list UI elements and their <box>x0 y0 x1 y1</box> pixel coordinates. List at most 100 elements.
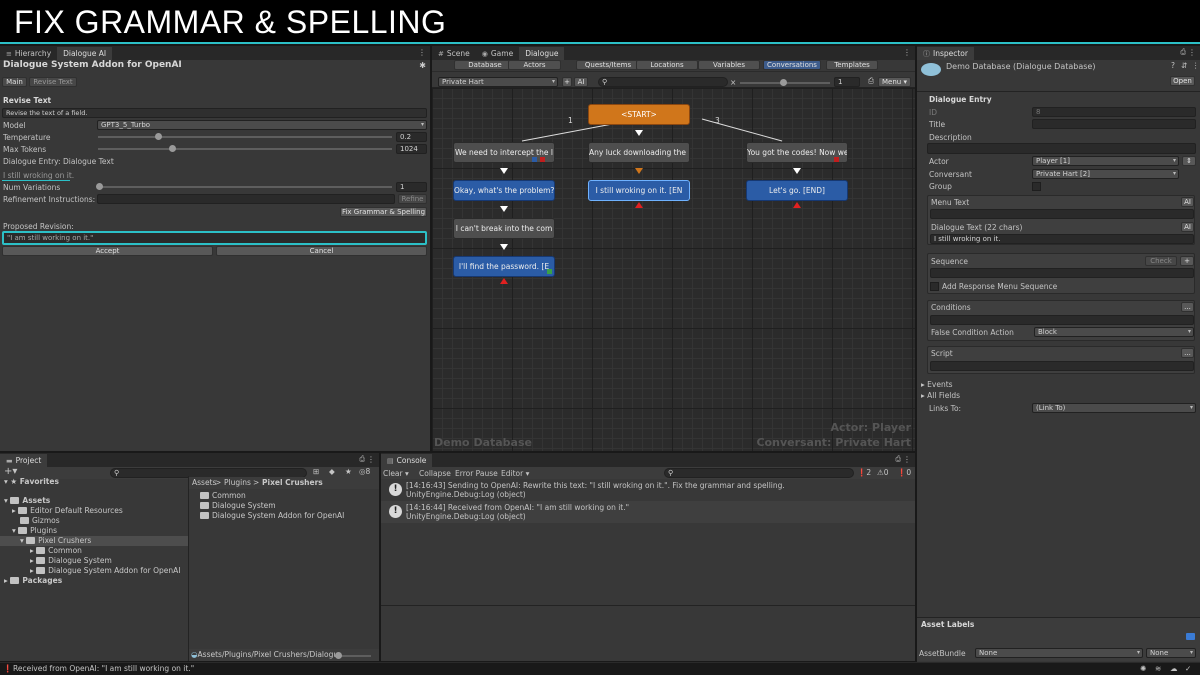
dialogue-node[interactable]: You got the codes! Now we <box>746 142 848 163</box>
menu-text-ai-button[interactable]: AI <box>1181 197 1194 207</box>
tree-item[interactable]: Gizmos <box>20 516 60 525</box>
sequence-add-button[interactable]: + <box>1180 256 1194 266</box>
max-tokens-slider-knob[interactable] <box>169 145 176 152</box>
clear-search-icon[interactable]: × <box>730 78 736 87</box>
kebab-menu-icon[interactable]: ⋮ <box>418 48 426 57</box>
help-icon[interactable]: ? <box>1171 61 1175 70</box>
events-foldout[interactable]: ▸ Events <box>921 380 953 389</box>
start-node[interactable]: <START> <box>588 104 690 125</box>
dialogue-node[interactable]: I can't break into the com <box>453 218 555 239</box>
max-tokens-slider-track[interactable] <box>98 148 392 150</box>
console-search-input[interactable]: ⚲ <box>664 468 854 478</box>
warning-count[interactable]: ⚠0 <box>877 468 889 477</box>
label-tag-icon[interactable] <box>1186 633 1195 640</box>
tree-item[interactable]: ▾ Plugins <box>12 526 57 535</box>
selected-dialogue-node[interactable]: I still wroking on it. [EN <box>588 180 690 201</box>
tree-item[interactable]: ▸ Common <box>30 546 82 555</box>
tab-inspector[interactable]: ⓘ Inspector <box>917 47 974 60</box>
kebab-menu-icon[interactable]: ⋮ <box>903 48 911 57</box>
hidden-count[interactable]: ◎8 <box>359 467 370 476</box>
num-variations-field[interactable]: 1 <box>396 182 427 192</box>
refinement-input[interactable] <box>97 194 395 204</box>
accept-button[interactable]: Accept <box>2 246 213 256</box>
tab-dialogue[interactable]: Dialogue <box>519 47 565 60</box>
script-menu-button[interactable]: ... <box>1181 348 1194 358</box>
icon-size-knob[interactable] <box>335 652 342 659</box>
db-tab-actors[interactable]: Actors <box>508 60 561 70</box>
log-entry[interactable]: ! [14:16:44] Received from OpenAI: "I am… <box>381 501 915 523</box>
dialogue-entry-text[interactable]: I still wroking on it. <box>2 170 74 181</box>
menu-text-field[interactable] <box>930 209 1194 219</box>
add-conversation-button[interactable]: + <box>562 77 572 87</box>
asset-bundle-dropdown[interactable]: None ▾ <box>975 648 1143 658</box>
log-count[interactable]: ❗2 <box>857 468 871 477</box>
tree-item-selected[interactable]: ▾ Pixel Crushers <box>20 536 91 545</box>
zoom-field[interactable]: 1 <box>834 77 860 87</box>
title-field[interactable] <box>1032 119 1196 129</box>
temperature-field[interactable]: 0.2 <box>396 132 427 142</box>
num-variations-slider-knob[interactable] <box>96 183 103 190</box>
clear-button[interactable]: Clear ▾ <box>383 469 409 478</box>
links-to-dropdown[interactable]: (Link To) ▾ <box>1032 403 1196 413</box>
main-subtab[interactable]: Main <box>2 77 27 87</box>
zoom-slider-knob[interactable] <box>780 79 787 86</box>
actor-dropdown[interactable]: Player [1] ▾ <box>1032 156 1179 166</box>
star-icon[interactable]: ★ <box>345 467 352 476</box>
lock-icon[interactable]: ⎙ <box>1180 48 1186 57</box>
add-response-checkbox[interactable] <box>930 282 939 291</box>
model-dropdown[interactable]: GPT3_5_Turbo ▾ <box>97 120 427 130</box>
breadcrumb-assets[interactable]: Assets <box>192 478 216 487</box>
temperature-slider-track[interactable] <box>98 136 392 138</box>
sequence-field[interactable] <box>930 268 1194 278</box>
icon-size-slider[interactable] <box>337 655 371 657</box>
conversation-dropdown[interactable]: Private Hart ▾ <box>438 77 558 87</box>
check-button[interactable]: Check <box>1145 256 1177 266</box>
error-count[interactable]: ❗0 <box>897 468 911 477</box>
proposed-revision-input[interactable]: "I am still working on it." <box>2 231 427 245</box>
log-entry[interactable]: ! [14:16:43] Sending to OpenAI: Rewrite … <box>381 479 915 501</box>
fix-grammar-button[interactable]: Fix Grammar & Spelling <box>340 207 427 217</box>
refine-button[interactable]: Refine <box>398 194 427 204</box>
db-tab-conversations[interactable]: Conversations <box>763 60 821 70</box>
lock-icon[interactable]: ⎙ <box>359 455 365 464</box>
file-item[interactable]: Common <box>200 491 246 500</box>
presets-icon[interactable]: ⇵ <box>1181 61 1187 70</box>
breadcrumb-pixel-crushers[interactable]: Pixel Crushers <box>262 478 323 487</box>
dialogue-text-field[interactable]: I still wroking on it. <box>930 234 1194 244</box>
create-plus-icon[interactable]: +▾ <box>4 466 17 477</box>
dialogue-node[interactable]: Let's go. [END] <box>746 180 848 201</box>
conditions-menu-button[interactable]: ... <box>1181 302 1194 312</box>
db-tab-locations[interactable]: Locations <box>636 60 698 70</box>
max-tokens-field[interactable]: 1024 <box>396 144 427 154</box>
dialogue-text-ai-button[interactable]: AI <box>1181 222 1194 232</box>
kebab-menu-icon[interactable]: ⋮ <box>903 455 911 464</box>
ai-button[interactable]: AI <box>574 77 588 87</box>
num-variations-slider-track[interactable] <box>98 186 392 188</box>
menu-button[interactable]: Menu ▾ <box>878 77 911 87</box>
settings-gear-icon[interactable]: ✱ <box>419 61 426 70</box>
file-item[interactable]: Dialogue System Addon for OpenAI <box>200 511 344 520</box>
collapse-button[interactable]: Collapse <box>419 469 451 478</box>
tree-item[interactable]: ▸ Dialogue System Addon for OpenAI <box>30 566 180 575</box>
lock-icon[interactable]: ⎙ <box>895 455 901 464</box>
status-text[interactable]: Received from OpenAI: "I am still workin… <box>13 664 194 673</box>
layers-icon[interactable]: ≋ <box>1155 664 1161 673</box>
swap-button[interactable]: ⇕ <box>1182 156 1196 166</box>
breadcrumb-plugins[interactable]: Plugins <box>224 478 251 487</box>
asset-variant-dropdown[interactable]: None ▾ <box>1146 648 1196 658</box>
group-checkbox[interactable] <box>1032 182 1041 191</box>
kebab-menu-icon[interactable]: ⋮ <box>367 455 375 464</box>
error-pause-button[interactable]: Error Pause <box>455 469 498 478</box>
db-tab-templates[interactable]: Templates <box>826 60 878 70</box>
tree-item[interactable]: ▸ Editor Default Resources <box>12 506 123 515</box>
cloud-icon[interactable]: ☁ <box>1170 664 1178 673</box>
packages-folder[interactable]: ▸ Packages <box>4 576 62 585</box>
filter-label-icon[interactable]: ◆ <box>329 467 335 476</box>
dialogue-node[interactable]: I'll find the password. [E <box>453 256 555 277</box>
all-fields-foldout[interactable]: ▸ All Fields <box>921 391 960 400</box>
check-icon[interactable]: ✓ <box>1185 664 1191 673</box>
brightness-icon[interactable]: ✺ <box>1140 664 1146 673</box>
conversant-dropdown[interactable]: Private Hart [2] ▾ <box>1032 169 1179 179</box>
script-field[interactable] <box>930 361 1194 371</box>
file-item[interactable]: Dialogue System <box>200 501 276 510</box>
